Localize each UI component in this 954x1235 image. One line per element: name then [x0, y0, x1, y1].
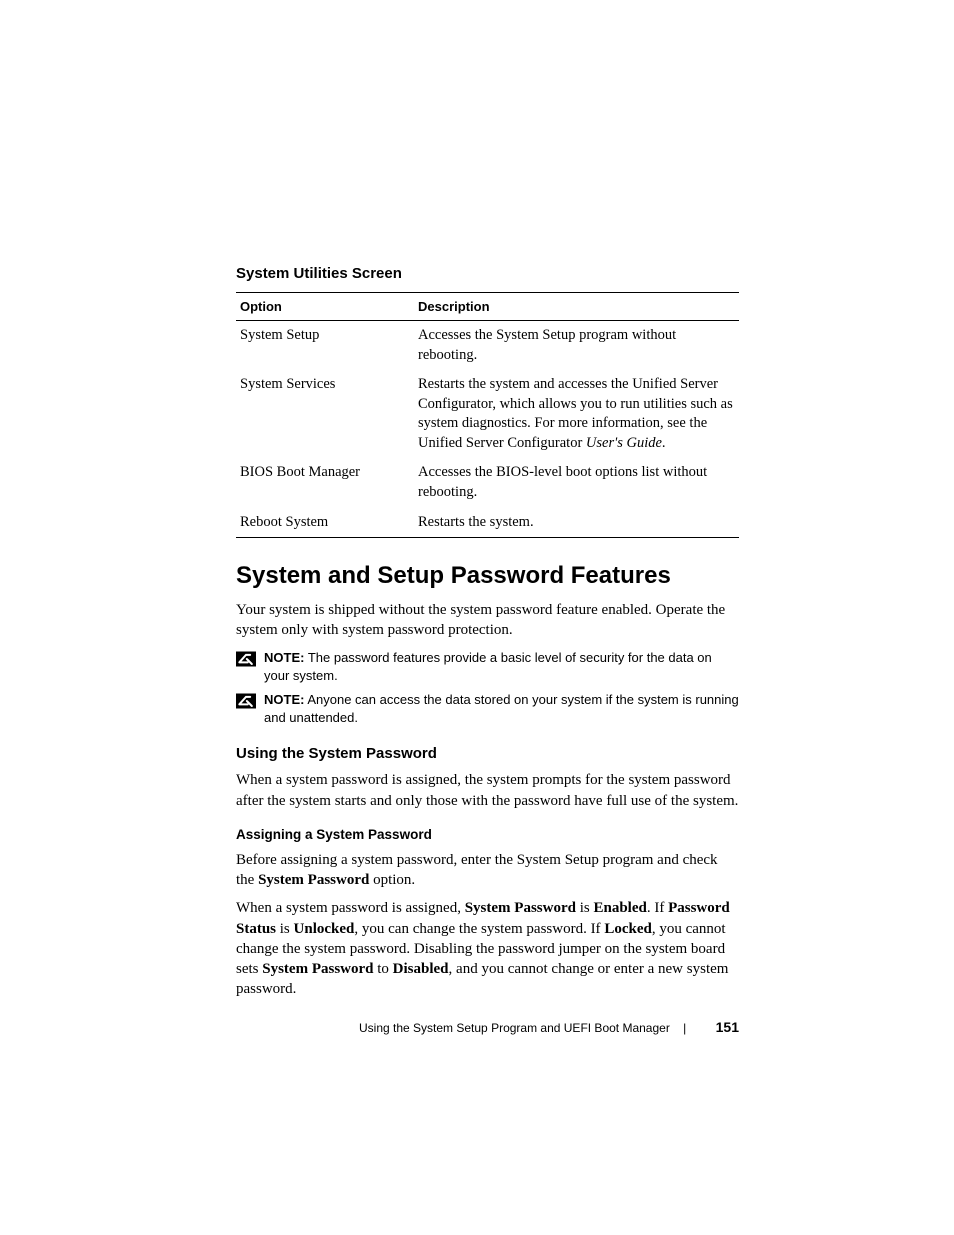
bold-run: System Password [258, 872, 369, 888]
note-text: NOTE: The password features provide a ba… [264, 649, 739, 685]
text-run: , you can change the system password. If [354, 921, 604, 937]
note-body: Anyone can access the data stored on you… [264, 692, 739, 725]
desc-text: . [662, 435, 666, 451]
section-heading-utilities: System Utilities Screen [236, 265, 739, 282]
th-description: Description [414, 293, 739, 321]
table-row: System Services Restarts the system and … [236, 370, 739, 458]
note-block: NOTE: The password features provide a ba… [236, 649, 739, 685]
desc-cell: Accesses the System Setup program withou… [414, 321, 739, 371]
table-row: System Setup Accesses the System Setup p… [236, 321, 739, 371]
note-icon [236, 651, 256, 667]
text-run: When a system password is assigned, [236, 900, 465, 916]
page-footer: Using the System Setup Program and UEFI … [359, 1019, 739, 1035]
option-cell: Reboot System [236, 508, 414, 538]
desc-italic: User's Guide [586, 435, 662, 451]
page-number: 151 [716, 1019, 739, 1035]
note-text: NOTE: Anyone can access the data stored … [264, 691, 739, 727]
desc-cell: Accesses the BIOS-level boot options lis… [414, 458, 739, 507]
bold-run: Enabled [593, 900, 646, 916]
text-run: . If [647, 900, 668, 916]
bold-run: System Password [262, 961, 373, 977]
table-row: Reboot System Restarts the system. [236, 508, 739, 538]
note-label: NOTE: [264, 692, 304, 707]
text-run: is [276, 921, 294, 937]
bold-run: Locked [604, 921, 652, 937]
footer-separator: | [683, 1021, 686, 1035]
note-label: NOTE: [264, 650, 304, 665]
paragraph: When a system password is assigned, Syst… [236, 898, 739, 999]
heading-using-password: Using the System Password [236, 745, 739, 762]
option-cell: System Services [236, 370, 414, 458]
table-row: BIOS Boot Manager Accesses the BIOS-leve… [236, 458, 739, 507]
text-run: option. [369, 872, 415, 888]
paragraph: When a system password is assigned, the … [236, 770, 739, 811]
desc-cell: Restarts the system and accesses the Uni… [414, 370, 739, 458]
bold-run: System Password [465, 900, 576, 916]
note-block: NOTE: Anyone can access the data stored … [236, 691, 739, 727]
desc-cell: Restarts the system. [414, 508, 739, 538]
option-cell: BIOS Boot Manager [236, 458, 414, 507]
paragraph: Before assigning a system password, ente… [236, 850, 739, 891]
note-icon [236, 693, 256, 709]
heading-assigning-password: Assigning a System Password [236, 827, 739, 842]
text-run: is [576, 900, 594, 916]
utilities-table: Option Description System Setup Accesses… [236, 292, 739, 538]
intro-paragraph: Your system is shipped without the syste… [236, 600, 739, 641]
bold-run: Unlocked [294, 921, 355, 937]
desc-text: Restarts the system and accesses the Uni… [418, 376, 733, 451]
bold-run: Disabled [393, 961, 449, 977]
footer-title: Using the System Setup Program and UEFI … [359, 1021, 670, 1035]
heading-password-features: System and Setup Password Features [236, 562, 739, 590]
th-option: Option [236, 293, 414, 321]
option-cell: System Setup [236, 321, 414, 371]
note-body: The password features provide a basic le… [264, 650, 712, 683]
text-run: to [374, 961, 393, 977]
